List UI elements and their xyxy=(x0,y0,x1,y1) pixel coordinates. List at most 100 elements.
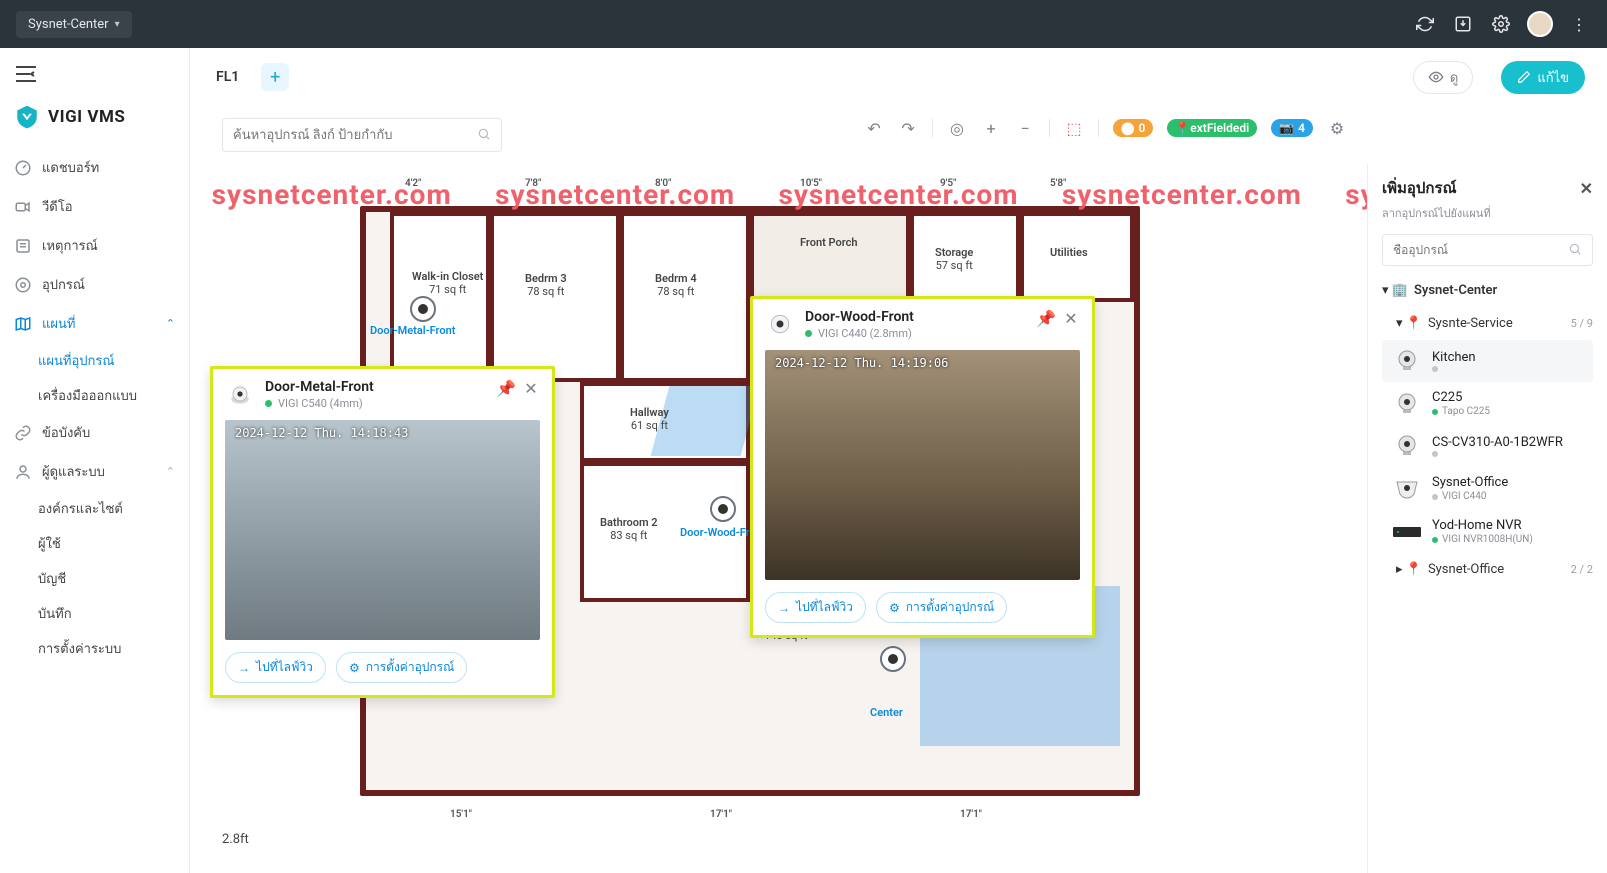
status-dot-icon xyxy=(265,400,272,407)
zoom-in-icon[interactable]: + xyxy=(981,118,1001,138)
nav-admin[interactable]: ผู้ดูแลระบบ⌃ xyxy=(0,452,189,491)
nav-map-design[interactable]: เครื่องมือออกแบบ xyxy=(0,378,189,413)
device-row[interactable]: C225Tapo C225 xyxy=(1382,382,1593,425)
redo-icon[interactable]: ↷ xyxy=(898,118,918,138)
video-preview[interactable]: 2024-12-12 Thu. 14:18:43 xyxy=(225,420,540,640)
settings-gear-icon[interactable]: ⚙ xyxy=(1327,118,1347,138)
gauge-icon xyxy=(14,159,32,177)
video-timestamp: 2024-12-12 Thu. 14:18:43 xyxy=(235,426,408,440)
nav-logs[interactable]: บันทึก xyxy=(0,596,189,631)
close-icon[interactable]: ✕ xyxy=(1062,309,1080,328)
list-icon xyxy=(14,237,32,255)
nav-events[interactable]: เหตุการณ์ xyxy=(0,226,189,265)
scale-label: 2.8ft xyxy=(222,832,249,847)
close-icon[interactable]: ✕ xyxy=(1580,179,1593,198)
search-icon xyxy=(477,126,491,145)
nvr-icon xyxy=(1392,519,1422,545)
tree-root[interactable]: ▾ 🏢 Sysnet-Center xyxy=(1382,274,1593,307)
site-selector-label: Sysnet-Center xyxy=(28,17,109,32)
left-sidebar: VIGI VMS แดชบอร์ท วีดีโอ เหตุการณ์ อุปกร… xyxy=(0,48,190,873)
canvas-toolbar: ↶ ↷ ◎ + − ⬚ ⬤ 0 📍extFieldedi 0 📷 4 ⚙ xyxy=(864,118,1347,138)
view-button[interactable]: ดู xyxy=(1413,61,1473,94)
right-panel: เพิ่มอุปกรณ์✕ ลากอุปกรณ์ไปยังแผนที่ ▾ 🏢 … xyxy=(1367,164,1607,873)
device-row[interactable]: Yod-Home NVRVIGI NVR1008H(UN) xyxy=(1382,510,1593,553)
video-preview[interactable]: 2024-12-12 Thu. 14:19:06 xyxy=(765,350,1080,580)
nav-map-devices[interactable]: แผนที่อุปกรณ์ xyxy=(0,343,189,378)
camera-popup-metal: Door-Metal-Front VIGI C540 (4mm) 📌 ✕ 202… xyxy=(210,366,555,698)
popup-model: VIGI C540 (4mm) xyxy=(278,397,363,410)
pin-icon[interactable]: 📌 xyxy=(496,379,514,398)
device-row[interactable]: Kitchen xyxy=(1382,340,1593,382)
tree-service[interactable]: ▾ 📍 Sysnte-Service5 / 9 xyxy=(1382,307,1593,340)
dome-camera-icon xyxy=(1392,476,1422,502)
device-row[interactable]: Sysnet-OfficeVIGI C440 xyxy=(1382,467,1593,510)
device-filter[interactable] xyxy=(1382,234,1593,266)
camera-marker-metal[interactable] xyxy=(410,296,436,322)
pin-icon[interactable]: 📌 xyxy=(1036,309,1054,328)
webcam-icon xyxy=(1392,348,1422,374)
separator xyxy=(1098,119,1099,137)
add-tab-button[interactable]: + xyxy=(261,63,289,91)
more-icon[interactable]: ⋮ xyxy=(1567,12,1591,36)
nav-system-settings[interactable]: การตั้งค่าระบบ xyxy=(0,631,189,666)
select-tool-icon[interactable]: ⬚ xyxy=(1064,118,1084,138)
tab-bar: FL1 + ดู แก้ไข xyxy=(190,48,1607,106)
video-timestamp: 2024-12-12 Thu. 14:19:06 xyxy=(775,356,948,370)
target-icon[interactable]: ◎ xyxy=(947,118,967,138)
pencil-icon xyxy=(1517,70,1531,84)
nav-accounts[interactable]: บัญชี xyxy=(0,561,189,596)
camera-marker-center[interactable] xyxy=(880,646,906,672)
nav-dashboard[interactable]: แดชบอร์ท xyxy=(0,148,189,187)
status-dot-icon xyxy=(805,330,812,337)
popup-title: Door-Wood-Front xyxy=(805,309,914,325)
brand: VIGI VMS xyxy=(0,96,189,148)
edit-button[interactable]: แก้ไข xyxy=(1501,61,1585,94)
main-area: FL1 + ดู แก้ไข ↶ ↷ ◎ + − ⬚ ⬤ 0 📍 xyxy=(190,48,1607,873)
go-live-button[interactable]: → ไปที่ไลฟ์วิว xyxy=(225,652,326,683)
chevron-up-icon: ⌃ xyxy=(166,465,175,478)
eye-icon xyxy=(1428,69,1444,85)
popup-title: Door-Metal-Front xyxy=(265,379,374,395)
hamburger-icon[interactable] xyxy=(14,64,42,88)
brand-text: VIGI VMS xyxy=(48,107,125,127)
camera-marker-wood[interactable] xyxy=(710,496,736,522)
gear-icon[interactable] xyxy=(1489,12,1513,36)
nav-users[interactable]: ผู้ใช้ xyxy=(0,526,189,561)
camera-count-badge[interactable]: 📷 4 xyxy=(1271,119,1313,137)
search-box[interactable] xyxy=(222,118,502,152)
tab-fl1[interactable]: FL1 xyxy=(212,61,243,93)
camera-icon xyxy=(765,309,795,339)
nav-video[interactable]: วีดีโอ xyxy=(0,187,189,226)
go-live-button[interactable]: → ไปที่ไลฟ์วิว xyxy=(765,592,866,623)
user-icon xyxy=(14,463,32,481)
device-row[interactable]: CS-CV310-A0-1B2WFR xyxy=(1382,425,1593,467)
zoom-out-icon[interactable]: − xyxy=(1015,118,1035,138)
nav-constraints[interactable]: ข้อบังคับ xyxy=(0,413,189,452)
separator xyxy=(1049,119,1050,137)
nav-devices[interactable]: อุปกรณ์ xyxy=(0,265,189,304)
camera-icon xyxy=(225,379,255,409)
panel-hint: ลากอุปกรณ์ไปยังแผนที่ xyxy=(1382,204,1593,222)
online-count-badge[interactable]: 📍extFieldedi 0 xyxy=(1167,119,1257,137)
site-selector[interactable]: Sysnet-Center ▾ xyxy=(16,11,132,38)
refresh-icon[interactable] xyxy=(1413,12,1437,36)
close-icon[interactable]: ✕ xyxy=(522,379,540,398)
alert-count-badge[interactable]: ⬤ 0 xyxy=(1113,119,1153,137)
nav-map[interactable]: แผนที่⌃ xyxy=(0,304,189,343)
device-settings-button[interactable]: ⚙ การตั้งค่าอุปกรณ์ xyxy=(336,652,467,683)
camera-icon xyxy=(14,276,32,294)
device-settings-button[interactable]: ⚙ การตั้งค่าอุปกรณ์ xyxy=(876,592,1007,623)
device-filter-input[interactable] xyxy=(1393,243,1568,257)
search-input[interactable] xyxy=(233,128,477,143)
video-icon xyxy=(14,198,32,216)
avatar[interactable] xyxy=(1527,11,1553,37)
download-icon[interactable] xyxy=(1451,12,1475,36)
undo-icon[interactable]: ↶ xyxy=(864,118,884,138)
map-icon xyxy=(14,315,32,333)
canvas[interactable]: ↶ ↷ ◎ + − ⬚ ⬤ 0 📍extFieldedi 0 📷 4 ⚙ sys… xyxy=(190,106,1607,873)
camera-popup-wood: Door-Wood-Front VIGI C440 (2.8mm) 📌 ✕ 20… xyxy=(750,296,1095,638)
nav-org-site[interactable]: องค์กรและไซต์ xyxy=(0,491,189,526)
webcam-icon xyxy=(1392,433,1422,459)
camera-label: Center xyxy=(870,706,903,719)
tree-office[interactable]: ▸ 📍 Sysnet-Office2 / 2 xyxy=(1382,553,1593,586)
